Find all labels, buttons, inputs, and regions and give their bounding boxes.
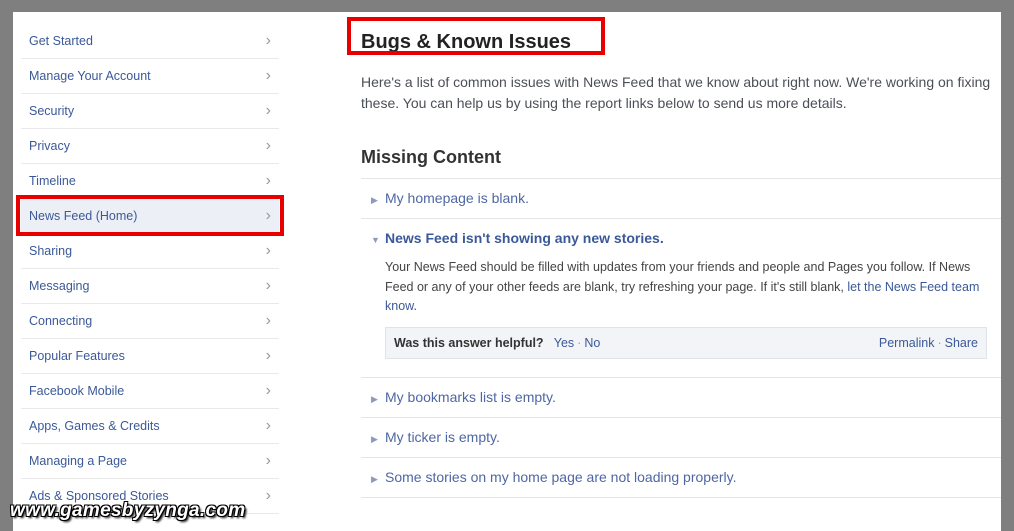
sidebar-nav: Get Started › Manage Your Account › Securi… [21,24,279,514]
sidebar-item-label: Security [29,104,75,118]
separator: · [937,335,942,350]
no-link[interactable]: No [584,336,600,350]
question-toggle[interactable]: ▶ My homepage is blank. [371,179,1001,218]
sidebar-item-news-feed[interactable]: News Feed (Home) › [21,199,279,234]
triangle-right-icon: ▶ [371,195,378,205]
chevron-right-icon: › [265,277,271,294]
question-list: ▶ My homepage is blank. ▼ News Feed isn't … [361,178,1001,498]
question-item-expanded: ▼ News Feed isn't showing any new stories… [361,219,1001,378]
sidebar-item-timeline[interactable]: Timeline › [21,164,279,199]
chevron-right-icon: › [265,172,271,189]
sidebar-item-facebook-mobile[interactable]: Facebook Mobile › [21,374,279,409]
question-label: My homepage is blank. [385,190,529,206]
question-toggle[interactable]: ▶ My ticker is empty. [371,418,1001,457]
triangle-right-icon: ▶ [371,473,378,484]
triangle-right-icon: ▶ [371,393,378,404]
sidebar-item-get-started[interactable]: Get Started › [21,24,279,59]
question-toggle[interactable]: ▶ Some stories on my home page are not lo… [371,458,1001,497]
sidebar-item-sharing[interactable]: Sharing › [21,234,279,269]
question-label: Some stories on my home page are not loa… [385,468,737,485]
sidebar-item-label: Connecting [29,314,93,328]
question-item: ▶ My homepage is blank. [361,179,1001,219]
sidebar-item-label: Sharing [29,244,73,258]
chevron-right-icon: › [265,207,271,224]
chevron-right-icon: › [265,382,271,399]
sidebar-item-privacy[interactable]: Privacy › [21,129,279,164]
sidebar-item-apps-games-credits[interactable]: Apps, Games & Credits › [21,409,279,444]
question-item: ▶ My ticker is empty. [361,418,1001,458]
chevron-right-icon: › [265,137,271,154]
chevron-right-icon: › [265,242,271,259]
watermark: www.gamesbyzynga.com [10,500,246,521]
question-label: News Feed isn't showing any new stories. [385,230,664,246]
sidebar-item-label: Privacy [29,139,70,153]
sidebar-item-managing-page[interactable]: Managing a Page › [21,444,279,479]
sidebar-item-messaging[interactable]: Messaging › [21,269,279,304]
answer-body: Your News Feed should be filled with upd… [371,258,1001,359]
helpful-bar: Was this answer helpful? Yes · No Permalin… [385,326,987,359]
sidebar-item-label: Popular Features [29,349,125,363]
sidebar-item-label: Facebook Mobile [29,384,125,398]
share-link[interactable]: Share [945,336,978,350]
sidebar-item-label: Manage Your Account [29,69,151,83]
sidebar-item-label: Timeline [29,174,76,188]
triangle-down-icon: ▼ [371,235,380,245]
yes-link[interactable]: Yes [554,336,574,350]
sidebar-item-connecting[interactable]: Connecting › [21,304,279,339]
chevron-right-icon: › [265,32,271,49]
helpful-actions: Permalink · Share [879,328,978,358]
sidebar-item-label: News Feed (Home) [29,209,138,223]
intro-text: Here's a list of common issues with News… [361,74,991,111]
question-item: ▶ Some stories on my home page are not lo… [361,458,1001,498]
section-title: Missing Content [361,147,501,167]
page-title: Bugs & Known Issues [361,31,572,53]
sidebar-item-manage-account[interactable]: Manage Your Account › [21,59,279,94]
permalink-link[interactable]: Permalink [879,336,935,350]
sidebar-item-label: Get Started [29,34,93,48]
chevron-right-icon: › [265,312,271,329]
main-content: Bugs & Known Issues Here's a list of com… [361,26,1001,498]
question-item: ▶ My bookmarks list is empty. [361,378,1001,418]
question-toggle[interactable]: ▶ My bookmarks list is empty. [371,378,1001,417]
chevron-right-icon: › [265,102,271,119]
question-label: My bookmarks list is empty. [385,388,556,405]
question-toggle[interactable]: ▼ News Feed isn't showing any new stories… [371,219,1001,258]
chevron-right-icon: › [265,452,271,469]
chevron-right-icon: › [265,487,271,504]
chevron-right-icon: › [265,67,271,84]
help-page: Get Started › Manage Your Account › Securi… [13,12,1001,531]
chevron-right-icon: › [265,347,271,364]
triangle-right-icon: ▶ [371,433,378,444]
sidebar-item-popular-features[interactable]: Popular Features › [21,339,279,374]
sidebar-item-label: Apps, Games & Credits [29,419,160,433]
sidebar-item-label: Managing a Page [29,454,127,468]
answer-end: . [413,299,417,313]
sidebar-item-label: Messaging [29,279,90,293]
sidebar-item-security[interactable]: Security › [21,94,279,129]
helpful-question: Was this answer helpful? [394,335,544,350]
separator: · [577,335,582,350]
chevron-right-icon: › [265,417,271,434]
question-label: My ticker is empty. [385,428,500,445]
